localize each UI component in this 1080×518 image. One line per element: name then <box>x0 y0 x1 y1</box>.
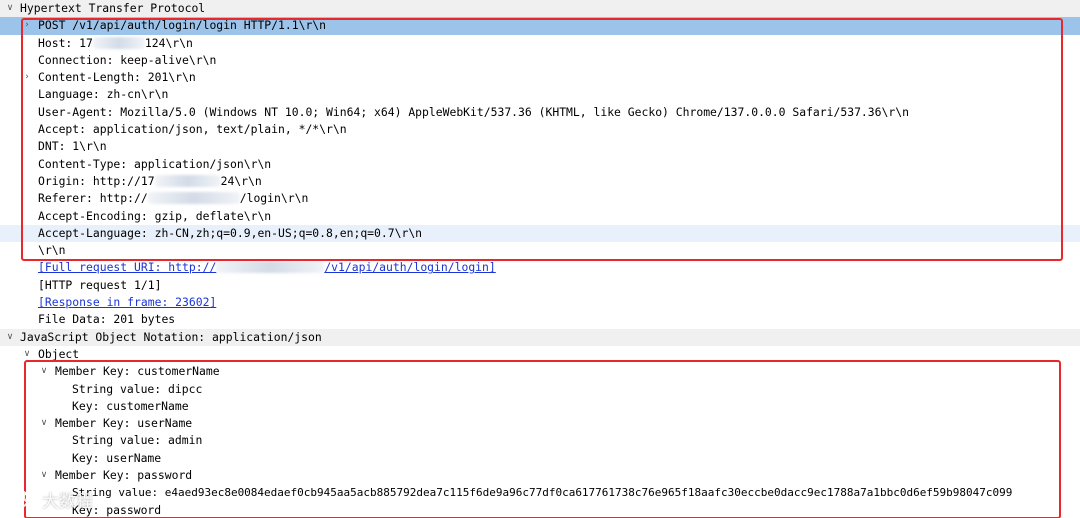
content-length-row[interactable]: › Content-Length: 201\r\n <box>0 69 1080 86</box>
content-type-header: Content-Type: application/json\r\n <box>38 156 272 171</box>
referer-row[interactable]: Referer: http:///login\r\n <box>0 190 1080 207</box>
http-request-row[interactable]: [HTTP request 1/1] <box>0 277 1080 294</box>
response-in-frame-row[interactable]: [Response in frame: 23602] <box>0 294 1080 311</box>
accept-encoding-header: Accept-Encoding: gzip, deflate\r\n <box>38 208 272 223</box>
string-value-row[interactable]: String value: dipcc <box>0 381 1080 398</box>
member-row[interactable]: ∨ Member Key: password <box>0 467 1080 484</box>
dnt-row[interactable]: DNT: 1\r\n <box>0 138 1080 155</box>
file-data-row[interactable]: File Data: 201 bytes <box>0 311 1080 328</box>
file-data-info: File Data: 201 bytes <box>38 312 176 327</box>
referer-header: Referer: http:///login\r\n <box>38 191 309 206</box>
response-in-frame-link[interactable]: [Response in frame: 23602] <box>38 294 216 311</box>
key-label: Key: userName <box>72 450 162 465</box>
string-value-row[interactable]: String value: e4aed93ec8e0084edaef0cb945… <box>0 484 1080 501</box>
content-type-row[interactable]: Content-Type: application/json\r\n <box>0 156 1080 173</box>
accept-header: Accept: application/json, text/plain, */… <box>38 122 347 137</box>
accept-language-row[interactable]: Accept-Language: zh-CN,zh;q=0.9,en-US;q=… <box>0 224 1080 243</box>
packet-details-tree: ∨ Hypertext Transfer Protocol › POST /v1… <box>0 0 1080 518</box>
crlf-row[interactable]: \r\n <box>0 242 1080 259</box>
request-line: POST /v1/api/auth/login/login HTTP/1.1\r… <box>38 18 327 33</box>
host-row[interactable]: Host: 17 124\r\n <box>0 35 1080 52</box>
chevron-down-icon[interactable]: ∨ <box>4 0 16 17</box>
member-key: Member Key: customerName <box>55 364 220 379</box>
http-section-title: Hypertext Transfer Protocol <box>20 1 206 15</box>
accept-language-header: Accept-Language: zh-CN,zh;q=0.9,en-US;q=… <box>38 225 423 240</box>
redacted-ip <box>154 174 221 187</box>
user-agent-row[interactable]: User-Agent: Mozilla/5.0 (Windows NT 10.0… <box>0 104 1080 121</box>
accept-encoding-row[interactable]: Accept-Encoding: gzip, deflate\r\n <box>0 208 1080 225</box>
user-agent-header: User-Agent: Mozilla/5.0 (Windows NT 10.0… <box>38 104 909 119</box>
key-label: Key: password <box>72 502 162 517</box>
redacted-ip <box>147 192 240 205</box>
json-object-label: Object <box>38 346 80 361</box>
json-section-row[interactable]: ∨ JavaScript Object Notation: applicatio… <box>0 328 1080 346</box>
member-key: Member Key: password <box>55 468 193 483</box>
redacted-ip <box>92 36 145 49</box>
full-uri-row[interactable]: [Full request URI: http:///v1/api/auth/l… <box>0 259 1080 276</box>
json-section-title: JavaScript Object Notation: application/… <box>20 329 322 344</box>
chevron-down-icon[interactable]: ∨ <box>4 329 16 346</box>
origin-row[interactable]: Origin: http://17 24\r\n <box>0 173 1080 190</box>
key-label: Key: customerName <box>72 398 189 413</box>
member-row[interactable]: ∨ Member Key: customerName <box>0 363 1080 380</box>
key-row[interactable]: Key: password <box>0 502 1080 518</box>
chevron-down-icon[interactable]: ∨ <box>21 346 33 363</box>
member-row[interactable]: ∨ Member Key: userName <box>0 415 1080 432</box>
string-value: String value: admin <box>72 433 203 448</box>
chevron-down-icon[interactable]: ∨ <box>38 415 50 432</box>
chevron-right-icon[interactable]: › <box>21 17 33 34</box>
string-value: String value: dipcc <box>72 381 203 396</box>
http-request-info: [HTTP request 1/1] <box>38 277 162 292</box>
connection-header: Connection: keep-alive\r\n <box>38 52 217 67</box>
string-value-row[interactable]: String value: admin <box>0 432 1080 449</box>
connection-row[interactable]: Connection: keep-alive\r\n <box>0 52 1080 69</box>
member-key: Member Key: userName <box>55 416 193 431</box>
dnt-header: DNT: 1\r\n <box>38 139 107 154</box>
language-header: Language: zh-cn\r\n <box>38 87 169 102</box>
key-row[interactable]: Key: userName <box>0 450 1080 467</box>
chevron-down-icon[interactable]: ∨ <box>38 467 50 484</box>
chevron-right-icon[interactable]: › <box>21 69 33 86</box>
language-row[interactable]: Language: zh-cn\r\n <box>0 86 1080 103</box>
chevron-down-icon[interactable]: ∨ <box>38 363 50 380</box>
crlf-line: \r\n <box>38 243 66 258</box>
host-header: Host: 17 124\r\n <box>38 35 193 50</box>
content-length-header: Content-Length: 201\r\n <box>38 70 196 85</box>
full-request-uri-link[interactable]: [Full request URI: http:///v1/api/auth/l… <box>38 259 496 276</box>
origin-header: Origin: http://17 24\r\n <box>38 173 262 188</box>
string-value: String value: e4aed93ec8e0084edaef0cb945… <box>72 486 1013 500</box>
key-row[interactable]: Key: customerName <box>0 398 1080 415</box>
accept-row[interactable]: Accept: application/json, text/plain, */… <box>0 121 1080 138</box>
json-object-row[interactable]: ∨ Object <box>0 346 1080 363</box>
request-line-row[interactable]: › POST /v1/api/auth/login/login HTTP/1.1… <box>0 17 1080 35</box>
redacted-ip <box>216 261 325 274</box>
http-section-row[interactable]: ∨ Hypertext Transfer Protocol <box>0 0 1080 18</box>
